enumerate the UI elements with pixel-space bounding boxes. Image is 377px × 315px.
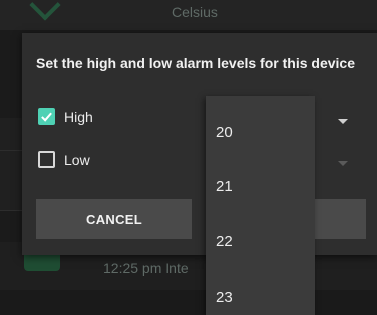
dropdown-option[interactable]: 22 [216,233,233,250]
background-list-row [0,290,377,315]
background-timestamp-text: 12:25 pm Inte [103,260,189,276]
cancel-button[interactable]: CANCEL [36,199,192,239]
low-alarm-checkbox-row[interactable]: Low [38,151,90,168]
high-level-dropdown-list[interactable]: 20 21 22 23 [206,96,315,315]
high-level-dropdown-arrow-icon[interactable] [338,119,348,124]
high-alarm-label: High [64,108,93,125]
dropdown-option[interactable]: 21 [216,178,233,195]
dialog-title: Set the high and low alarm levels for th… [36,55,355,71]
dropdown-option[interactable]: 20 [216,124,233,141]
low-alarm-checkbox[interactable] [38,151,55,168]
high-alarm-checkbox[interactable] [38,108,55,125]
alarm-levels-dialog: Set the high and low alarm levels for th… [22,33,377,255]
ok-button[interactable] [315,199,366,239]
low-level-dropdown-arrow-icon[interactable] [338,161,348,166]
checkmark-icon [41,112,52,122]
dropdown-option[interactable]: 23 [216,289,233,306]
background-unit-text: Celsius [172,4,218,20]
low-alarm-label: Low [64,151,90,168]
high-alarm-checkbox-row[interactable]: High [38,108,93,125]
